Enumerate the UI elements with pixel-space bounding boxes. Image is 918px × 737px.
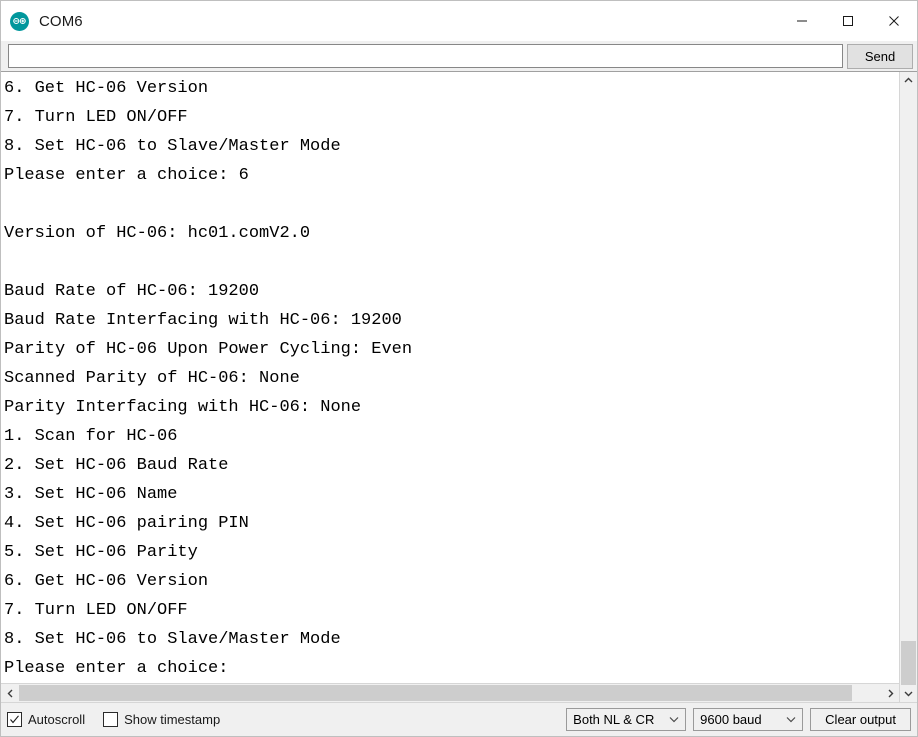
autoscroll-checkbox[interactable] xyxy=(7,712,22,727)
console-line: Baud Rate of HC-06: 19200 xyxy=(4,282,260,301)
chevron-up-icon[interactable] xyxy=(900,72,917,89)
send-row: Send xyxy=(1,41,917,71)
console-line: 7. Turn LED ON/OFF xyxy=(4,108,188,127)
chevron-down-icon[interactable] xyxy=(900,685,917,702)
console-main: 6. Get HC-06 Version 7. Turn LED ON/OFF 8.… xyxy=(1,72,899,702)
vertical-scrollbar[interactable] xyxy=(899,72,917,702)
chevron-down-icon xyxy=(786,716,796,723)
line-ending-dropdown[interactable]: Both NL & CR xyxy=(566,708,687,731)
horizontal-scroll-track[interactable] xyxy=(19,684,881,702)
show-timestamp-checkbox[interactable] xyxy=(103,712,119,727)
console-line: 6. Get HC-06 Version xyxy=(4,79,209,98)
console-area: 6. Get HC-06 Version 7. Turn LED ON/OFF 8.… xyxy=(1,71,917,702)
console-line: Please enter a choice: xyxy=(4,659,229,678)
console-line: 8. Set HC-06 to Slave/Master Mode xyxy=(4,137,341,156)
baud-rate-value: 9600 baud xyxy=(700,712,762,727)
timestamp-checkbox-group[interactable]: Show timestamp xyxy=(103,712,220,727)
status-bar: Autoscroll Show timestamp Both NL & CR 9… xyxy=(1,702,917,736)
serial-input[interactable] xyxy=(8,44,843,68)
title-bar: COM6 xyxy=(1,1,917,41)
line-ending-value: Both NL & CR xyxy=(573,712,655,727)
console-line: Scanned Parity of HC-06: None xyxy=(4,369,300,388)
horizontal-scrollbar[interactable] xyxy=(1,683,899,702)
console-line: Version of HC-06: hc01.comV2.0 xyxy=(4,224,311,243)
close-icon[interactable] xyxy=(871,1,917,41)
serial-monitor-window: COM6 Send 6. Get HC-06 Version 7. Turn LE… xyxy=(0,0,918,737)
console-line: 6. Get HC-06 Version xyxy=(4,572,209,591)
window-controls xyxy=(779,1,917,41)
window-title: COM6 xyxy=(39,12,83,30)
console-line: 7. Turn LED ON/OFF xyxy=(4,601,188,620)
show-timestamp-label: Show timestamp xyxy=(124,712,221,727)
console-line: 2. Set HC-06 Baud Rate xyxy=(4,456,229,475)
chevron-left-icon[interactable] xyxy=(1,684,19,702)
console-line: 5. Set HC-06 Parity xyxy=(4,543,198,562)
console-line: 8. Set HC-06 to Slave/Master Mode xyxy=(4,630,341,649)
autoscroll-checkbox-group[interactable]: Autoscroll xyxy=(7,712,85,727)
clear-output-button[interactable]: Clear output xyxy=(810,708,911,731)
console-line: Baud Rate Interfacing with HC-06: 19200 xyxy=(4,311,402,330)
title-bar-left: COM6 xyxy=(1,11,83,31)
arduino-infinity-icon xyxy=(10,11,29,31)
console-line: 3. Set HC-06 Name xyxy=(4,485,178,504)
vertical-scroll-thumb[interactable] xyxy=(901,641,916,685)
send-button[interactable]: Send xyxy=(847,43,913,69)
autoscroll-label: Autoscroll xyxy=(28,712,86,727)
horizontal-scroll-thumb[interactable] xyxy=(19,685,852,701)
vertical-scroll-track[interactable] xyxy=(900,89,917,685)
chevron-down-icon xyxy=(669,716,679,723)
console-line: Parity of HC-06 Upon Power Cycling: Even xyxy=(4,340,413,359)
check-icon xyxy=(10,715,19,724)
minimize-icon[interactable] xyxy=(779,1,825,41)
console-line: 1. Scan for HC-06 xyxy=(4,427,178,446)
console-line: 4. Set HC-06 pairing PIN xyxy=(4,514,249,533)
baud-rate-dropdown[interactable]: 9600 baud xyxy=(693,708,804,731)
console-output[interactable]: 6. Get HC-06 Version 7. Turn LED ON/OFF 8.… xyxy=(1,72,899,683)
console-line: Please enter a choice: 6 xyxy=(4,166,249,185)
maximize-icon[interactable] xyxy=(825,1,871,41)
console-line: Parity Interfacing with HC-06: None xyxy=(4,398,362,417)
chevron-right-icon[interactable] xyxy=(881,684,899,702)
